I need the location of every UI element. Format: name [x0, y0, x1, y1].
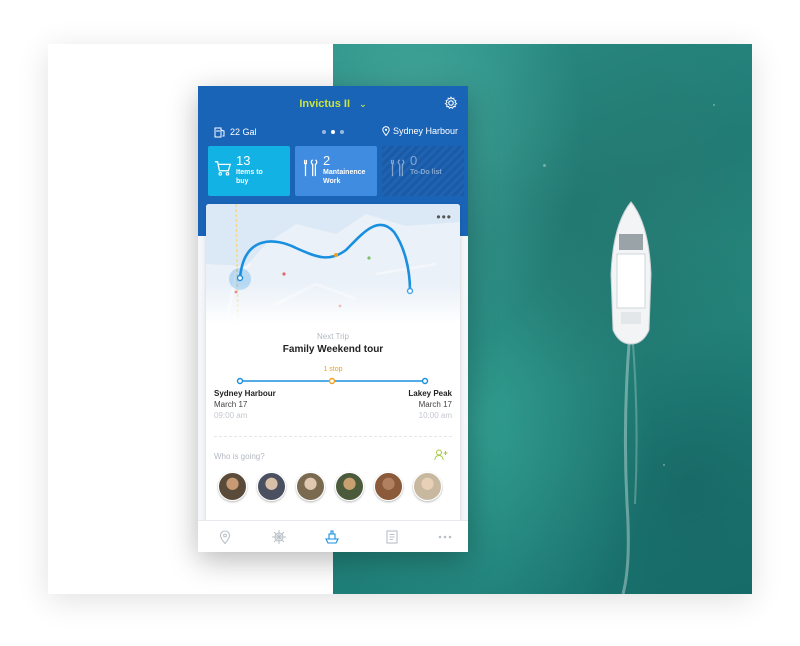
avatar[interactable] — [257, 472, 286, 501]
destination-date: March 17 — [418, 400, 452, 409]
fuel-value: 22 Gal — [230, 127, 257, 137]
fuel-icon — [214, 127, 225, 138]
location-value: Sydney Harbour — [392, 126, 458, 136]
location-icon[interactable] — [217, 529, 233, 545]
section-label: Next Trip — [316, 332, 349, 341]
gear-icon[interactable] — [444, 96, 458, 110]
destination-time: 10:00 am — [418, 411, 452, 420]
tile-label: Mantainence Work — [323, 169, 366, 185]
boat-name: Invictus II — [299, 98, 351, 110]
tools-icon — [390, 159, 405, 177]
tile-count: 2 — [323, 153, 331, 168]
avatar[interactable] — [413, 472, 442, 501]
chevron-down-icon: ⌄ — [359, 99, 367, 109]
route-map[interactable]: ••• — [206, 204, 460, 325]
boat-selector[interactable]: Invictus II ⌄ — [198, 98, 468, 110]
stops-label: 1 stop — [323, 366, 343, 373]
tile-label: Items to buy — [236, 169, 263, 185]
items-to-buy-tile[interactable]: 13 Items to buy — [208, 146, 290, 196]
destination-place: Lakey Peak — [408, 389, 452, 398]
cart-icon — [214, 161, 232, 176]
trip-origin: Sydney Harbour March 17 09:00 am — [214, 388, 276, 421]
logbook-icon[interactable] — [384, 529, 400, 545]
trip-destination: Lakey Peak March 17 10:00 am — [408, 388, 452, 421]
origin-date: March 17 — [214, 400, 248, 409]
helm-icon[interactable] — [271, 529, 287, 545]
tools-icon — [303, 159, 318, 177]
location-status[interactable]: Sydney Harbour — [382, 126, 458, 136]
more-options-icon[interactable]: ••• — [436, 210, 452, 224]
next-trip-card[interactable]: ••• Next Trip Family Weekend tour 1 stop… — [206, 204, 460, 524]
status-row: 22 Gal Sydney Harbour — [214, 126, 458, 140]
avatar[interactable] — [296, 472, 325, 501]
tile-count: 0 — [410, 153, 418, 168]
phone-app: Invictus II ⌄ 22 Gal Sydney Harbour 13 I… — [198, 86, 468, 552]
boat-icon[interactable] — [324, 529, 340, 545]
origin-place: Sydney Harbour — [214, 389, 276, 398]
more-icon[interactable] — [437, 529, 453, 545]
todo-list-tile[interactable]: 0 To-Do list — [382, 146, 464, 196]
avatar-list — [218, 472, 442, 501]
location-pin-icon — [382, 126, 390, 136]
who-is-going-label: Who is going? — [214, 452, 265, 461]
tile-label: To-Do list — [410, 169, 442, 176]
maintenance-work-tile[interactable]: 2 Mantainence Work — [295, 146, 377, 196]
page-indicator[interactable] — [322, 130, 344, 134]
divider — [214, 436, 452, 437]
route-line — [236, 377, 429, 385]
trip-name: Family Weekend tour — [282, 344, 384, 355]
origin-time: 09:00 am — [214, 411, 248, 420]
avatar[interactable] — [218, 472, 247, 501]
add-person-icon[interactable] — [434, 449, 448, 461]
tile-count: 13 — [236, 153, 251, 168]
avatar[interactable] — [374, 472, 403, 501]
tab-bar — [198, 520, 468, 552]
fuel-status: 22 Gal — [214, 126, 257, 138]
avatar[interactable] — [335, 472, 364, 501]
